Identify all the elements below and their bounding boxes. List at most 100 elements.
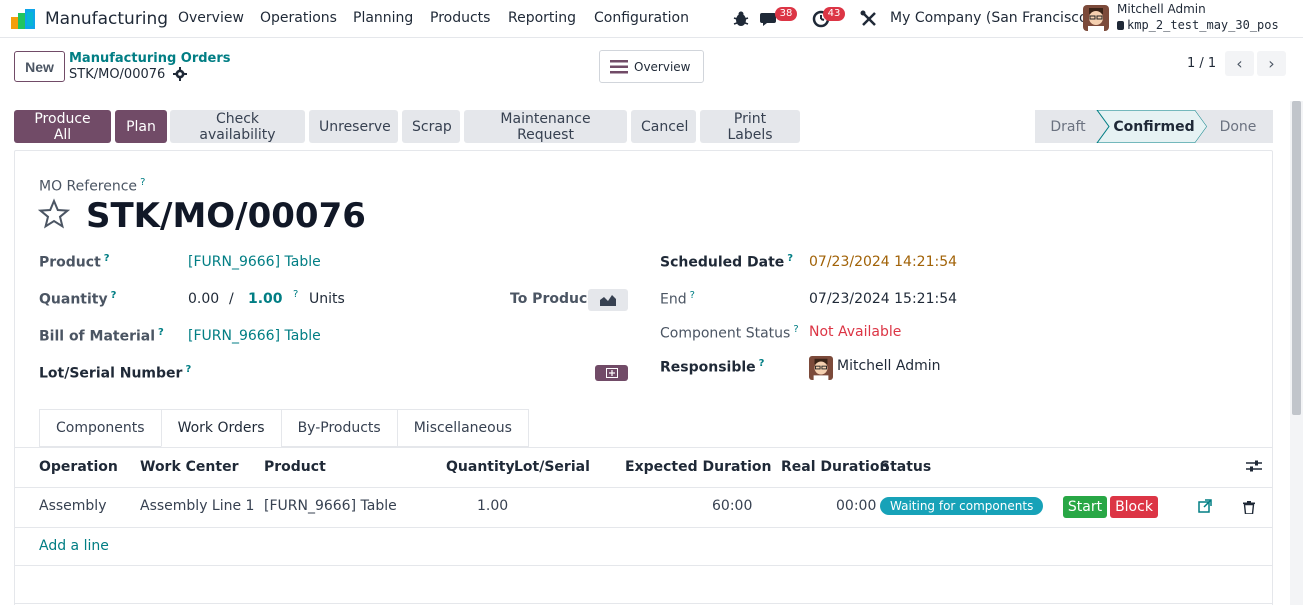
help-mark[interactable]: ? [185, 364, 191, 375]
product-label: Product? [39, 253, 110, 271]
menu-configuration[interactable]: Configuration [594, 10, 689, 26]
cancel-button[interactable]: Cancel [631, 110, 696, 143]
responsible-field[interactable]: Mitchell Admin [837, 358, 941, 374]
help-mark[interactable]: ? [104, 253, 110, 264]
column-expected-duration[interactable]: Expected Duration [625, 459, 772, 475]
user-name[interactable]: Mitchell Admin [1117, 2, 1206, 16]
tab-components[interactable]: Components [39, 409, 162, 447]
scrollbar-thumb[interactable] [1292, 101, 1301, 415]
breadcrumb-parent[interactable]: Manufacturing Orders [69, 51, 231, 66]
stage-confirmed[interactable]: Confirmed [1107, 110, 1201, 143]
print-labels-button[interactable]: Print Labels [700, 110, 800, 143]
app-name[interactable]: Manufacturing [45, 9, 168, 29]
notebook-tabs: Components Work Orders By-Products Misce… [39, 409, 529, 447]
product-label-text: Product [39, 254, 101, 271]
database-name: kmp_2_test_may_30_pos [1117, 18, 1279, 32]
pager-next-button[interactable]: › [1257, 51, 1286, 76]
cell-operation: Assembly [39, 498, 107, 514]
tab-miscellaneous[interactable]: Miscellaneous [396, 409, 529, 447]
company-switcher[interactable]: My Company (San Francisco) [890, 10, 1093, 26]
cell-real-duration: 00:00 [836, 498, 877, 514]
tools-icon[interactable] [858, 8, 880, 30]
external-link-icon[interactable] [1198, 499, 1212, 513]
tab-work-orders[interactable]: Work Orders [160, 409, 282, 447]
quantity-total-field[interactable]: 1.00 [248, 291, 283, 307]
column-quantity[interactable]: Quantity [446, 459, 515, 475]
database-name-text: kmp_2_test_may_30_pos [1127, 18, 1279, 32]
user-avatar[interactable] [1083, 5, 1109, 31]
column-settings-icon[interactable] [1246, 459, 1262, 473]
overview-label: Overview [634, 59, 691, 74]
activities-badge: 43 [823, 7, 845, 21]
scheduled-date-label: Scheduled Date? [660, 253, 793, 271]
end-label-text: End [660, 291, 687, 308]
plan-button[interactable]: Plan [115, 110, 167, 143]
end-date-field[interactable]: 07/23/2024 15:21:54 [809, 291, 957, 307]
pager-previous-button[interactable]: ‹ [1225, 51, 1254, 76]
chevron-right-icon: › [1268, 54, 1275, 73]
column-real-duration[interactable]: Real Duration [781, 459, 889, 475]
new-button[interactable]: New [14, 51, 65, 82]
scheduled-date-field[interactable]: 07/23/2024 14:21:54 [809, 254, 957, 270]
mo-reference-label-text: MO Reference [39, 178, 138, 195]
help-mark[interactable]: ? [787, 253, 793, 264]
forecast-button[interactable] [588, 289, 628, 311]
quantity-done-field[interactable]: 0.00 [188, 291, 219, 307]
menu-products[interactable]: Products [430, 10, 490, 26]
trash-icon[interactable] [1243, 501, 1255, 514]
column-lot-serial[interactable]: Lot/Serial [514, 459, 590, 475]
help-mark[interactable]: ? [111, 290, 117, 301]
gear-icon[interactable] [173, 67, 187, 81]
star-icon[interactable] [38, 198, 70, 230]
maintenance-request-button[interactable]: Maintenance Request [464, 110, 627, 143]
help-mark[interactable]: ? [759, 358, 765, 369]
responsible-label-text: Responsible [660, 359, 756, 376]
produce-all-button[interactable]: Produce All [14, 110, 111, 143]
menu-planning[interactable]: Planning [353, 10, 413, 26]
component-status-label-text: Component Status [660, 325, 791, 342]
plus-square-icon [605, 368, 618, 378]
quantity-label-text: Quantity [39, 291, 108, 308]
bug-icon[interactable] [730, 8, 752, 30]
manufacturing-app-icon[interactable] [11, 9, 37, 29]
help-mark[interactable]: ? [158, 327, 164, 338]
status-badge: Waiting for components [880, 497, 1044, 515]
unreserve-button[interactable]: Unreserve [309, 110, 398, 143]
column-work-center[interactable]: Work Center [140, 459, 238, 475]
stage-draft[interactable]: Draft [1035, 110, 1101, 143]
menu-operations[interactable]: Operations [260, 10, 337, 26]
component-status-field: Not Available [809, 324, 902, 340]
top-navbar: Manufacturing Overview Operations Planni… [0, 0, 1303, 38]
responsible-avatar[interactable] [809, 356, 833, 380]
start-button[interactable]: Start [1063, 496, 1107, 518]
bom-field[interactable]: [FURN_9666] Table [188, 328, 321, 344]
block-button[interactable]: Block [1110, 496, 1158, 518]
help-mark[interactable]: ? [793, 324, 798, 335]
overview-button[interactable]: Overview [599, 50, 704, 83]
help-mark[interactable]: ? [140, 177, 145, 188]
menu-reporting[interactable]: Reporting [508, 10, 576, 26]
component-status-label: Component Status? [660, 324, 799, 342]
stage-done[interactable]: Done [1208, 110, 1268, 143]
row-divider [14, 603, 1273, 604]
help-mark[interactable]: ? [690, 290, 695, 301]
scrap-button[interactable]: Scrap [402, 110, 460, 143]
to-produce-label: To Produce [510, 291, 597, 307]
menu-overview[interactable]: Overview [178, 10, 244, 26]
tab-by-products[interactable]: By-Products [280, 409, 398, 447]
responsible-label: Responsible? [660, 358, 764, 376]
add-lot-button[interactable] [595, 365, 628, 381]
help-mark[interactable]: ? [293, 289, 298, 300]
product-field[interactable]: [FURN_9666] Table [188, 254, 321, 270]
quantity-separator: / [229, 291, 234, 307]
check-availability-button[interactable]: Check availability [170, 110, 305, 143]
column-status[interactable]: Status [880, 459, 931, 475]
quantity-label: Quantity? [39, 290, 116, 308]
lot-serial-label: Lot/Serial Number? [39, 364, 191, 382]
pager-value[interactable]: 1 / 1 [1187, 56, 1216, 71]
column-operation[interactable]: Operation [39, 459, 118, 475]
database-icon [1117, 21, 1124, 30]
uom-field[interactable]: Units [309, 291, 345, 307]
column-product[interactable]: Product [264, 459, 326, 475]
add-line-link[interactable]: Add a line [39, 538, 109, 554]
